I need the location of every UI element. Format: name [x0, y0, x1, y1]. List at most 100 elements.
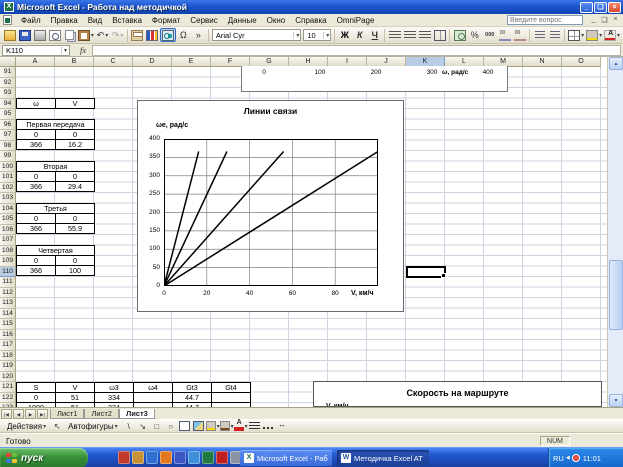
oval-button[interactable]: ○: [164, 420, 178, 432]
table-cell[interactable]: 366: [16, 181, 56, 192]
table-cell[interactable]: Gt4: [211, 381, 251, 393]
row-header-110[interactable]: 110: [0, 266, 16, 277]
paste-button[interactable]: ▾: [77, 28, 95, 42]
redo-button[interactable]: ↷ ▾: [110, 28, 125, 42]
sheet-tab-лист1[interactable]: Лист1: [50, 409, 85, 419]
table-cell[interactable]: 44.7: [172, 391, 212, 403]
table-cell[interactable]: 0: [16, 391, 56, 403]
quick-launch-icon-5[interactable]: [174, 451, 186, 464]
table-cell[interactable]: 366: [16, 223, 56, 234]
rectangle-button[interactable]: □: [150, 420, 164, 432]
arrow-style-button[interactable]: [276, 420, 290, 432]
increase-indent-button[interactable]: [547, 28, 562, 42]
table-cell[interactable]: 0: [16, 171, 56, 182]
tab-nav-button-1[interactable]: ◀: [13, 409, 24, 419]
table-cell[interactable]: 51: [55, 401, 95, 407]
sheet-tab-лист3[interactable]: Лист3: [118, 409, 155, 419]
task-button-1[interactable]: X Microsoft Excel - Раб...: [240, 450, 332, 466]
table-cell[interactable]: [211, 391, 251, 403]
fill-color-dropdown-icon[interactable]: ▾: [599, 32, 602, 39]
actions-button[interactable]: Действия ▾: [3, 422, 50, 431]
row-header-101[interactable]: 101: [0, 172, 16, 183]
row-header-93[interactable]: 93: [0, 88, 16, 99]
name-box-dropdown-icon[interactable]: ▾: [60, 46, 69, 54]
underline-button[interactable]: Ч: [367, 28, 382, 42]
column-header-B[interactable]: B: [55, 57, 94, 67]
hide-icons-chevron-icon[interactable]: ◀: [566, 455, 570, 461]
align-right-button[interactable]: [417, 28, 432, 42]
row-header-118[interactable]: 118: [0, 350, 16, 361]
drawing-button[interactable]: [159, 28, 176, 42]
row-header-94[interactable]: 94: [0, 98, 16, 109]
row-header-96[interactable]: 96: [0, 119, 16, 130]
table-cell[interactable]: 29.4: [55, 181, 95, 192]
open-button[interactable]: [2, 28, 17, 42]
column-header-E[interactable]: E: [172, 57, 211, 67]
table-cell[interactable]: Первая передача: [16, 119, 95, 130]
language-indicator[interactable]: RU: [553, 454, 564, 463]
autoshapes-button[interactable]: Автофигуры ▾: [64, 422, 122, 431]
row-header-92[interactable]: 92: [0, 77, 16, 88]
table-cell[interactable]: 0: [55, 129, 95, 140]
table-cell[interactable]: 0: [55, 213, 95, 224]
table-cell[interactable]: 55.9: [55, 223, 95, 234]
workbook-minimize-button[interactable]: _: [589, 16, 598, 24]
restore-button[interactable]: ❏: [594, 1, 607, 13]
scroll-down-icon[interactable]: ▼: [609, 394, 623, 407]
row-header-112[interactable]: 112: [0, 287, 16, 298]
column-header-N[interactable]: N: [523, 57, 562, 67]
bold-button[interactable]: Ж: [337, 28, 352, 42]
font-name-dropdown-icon[interactable]: ▾: [293, 31, 299, 39]
row-header-104[interactable]: 104: [0, 203, 16, 214]
quick-launch-icon-3[interactable]: [146, 451, 158, 464]
percent-button[interactable]: %: [467, 28, 482, 42]
row-header-114[interactable]: 114: [0, 308, 16, 319]
row-header-115[interactable]: 115: [0, 319, 16, 330]
row-header-122[interactable]: 122: [0, 392, 16, 403]
route-table[interactable]: S Vω3 ω4 Gt3 Gt4 0 51 334 44.7 1000 51 334 44.7: [16, 381, 251, 407]
row-header-113[interactable]: 113: [0, 298, 16, 309]
question-input[interactable]: [507, 15, 583, 25]
print-button[interactable]: [32, 28, 47, 42]
table-cell[interactable]: ω4: [133, 381, 173, 393]
table-cell[interactable]: [211, 401, 251, 407]
table-cell[interactable]: ω: [16, 98, 56, 109]
font-color-dropdown-icon[interactable]: ▾: [617, 32, 620, 39]
row-header-106[interactable]: 106: [0, 224, 16, 235]
table-cell[interactable]: 16.2: [55, 139, 95, 150]
table-cell[interactable]: 0: [16, 129, 56, 140]
actions-dropdown-icon[interactable]: ▾: [43, 423, 46, 430]
autoshapes-dropdown-icon[interactable]: ▾: [115, 423, 118, 430]
decrease-decimal-button[interactable]: [512, 28, 527, 42]
row-header-120[interactable]: 120: [0, 371, 16, 382]
font-size-combo[interactable]: 10 ▾: [303, 29, 332, 41]
insert-picture-button[interactable]: [192, 420, 206, 432]
quick-launch-icon-6[interactable]: [188, 451, 200, 464]
gear-section-table[interactable]: Четвертая 0 0 366 100: [16, 245, 95, 276]
table-cell[interactable]: Четвертая: [16, 245, 95, 256]
gear-section-table[interactable]: Третья 0 0 366 55.9: [16, 203, 95, 234]
table-cell[interactable]: 0: [16, 255, 56, 266]
table-cell[interactable]: [133, 391, 173, 403]
column-header-A[interactable]: A: [16, 57, 55, 67]
menu-item-omnipage[interactable]: OmniPage: [332, 16, 380, 25]
undo-dropdown-icon[interactable]: ▾: [105, 32, 108, 39]
line-button[interactable]: \: [122, 420, 136, 432]
menu-item-view[interactable]: Вид: [83, 16, 107, 25]
workbook-icon[interactable]: [3, 15, 12, 25]
toolbar-options-button[interactable]: »: [191, 28, 206, 42]
arrow-button[interactable]: ↘: [136, 420, 150, 432]
name-box[interactable]: K110 ▾: [2, 44, 70, 56]
redo-dropdown-icon[interactable]: ▾: [120, 32, 123, 39]
table-cell[interactable]: 0: [55, 171, 95, 182]
fill-color-button[interactable]: ▾: [205, 420, 220, 432]
table-cell[interactable]: 100: [55, 265, 95, 276]
table-cell[interactable]: 334: [94, 401, 134, 407]
table-cell[interactable]: 44.7: [172, 401, 212, 407]
decrease-indent-button[interactable]: [532, 28, 547, 42]
paste-dropdown-icon[interactable]: ▾: [91, 32, 94, 39]
row-header-103[interactable]: 103: [0, 193, 16, 204]
quick-launch-icon-8[interactable]: [216, 451, 228, 464]
menu-item-format[interactable]: Формат: [147, 16, 185, 25]
copy-button[interactable]: [62, 28, 77, 42]
